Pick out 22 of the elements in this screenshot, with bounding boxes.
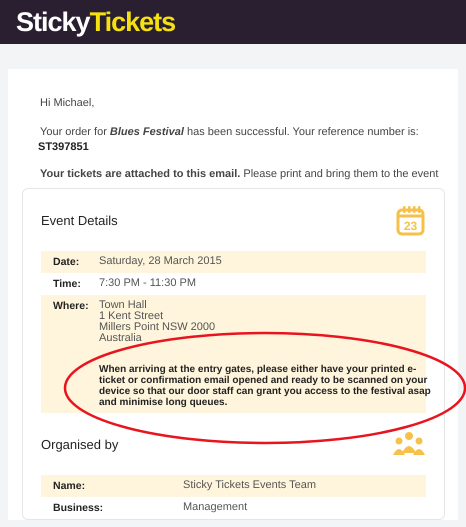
row-label: Where: [53, 300, 90, 314]
row-value: Australia [99, 333, 143, 344]
row-value: Management [183, 502, 248, 514]
row-label: Business: [53, 502, 104, 514]
row-label: Date: [53, 256, 80, 268]
row-value: Saturday, 28 March 2015 [99, 256, 222, 267]
entry-note: When arriving at the entry gates, please either have your printed e-ticket or confirmation email opened and ready to be scanned on your device so that our door staff can grant you access to the festival asap and minimise long queues. [99, 364, 431, 408]
section-title: Organised by [41, 436, 118, 452]
logo: StickyTickets [16, 6, 176, 38]
row-label: Time: [53, 278, 82, 290]
row-value: Sticky Tickets Events Team [183, 480, 316, 492]
row-value: 7:30 PM - 11:30 PM [99, 278, 196, 289]
attachment-message: Your tickets are attached to this email. Please print and bring them to the event [40, 167, 440, 182]
people-icon [392, 431, 426, 457]
section-title: Event Details [41, 212, 118, 228]
row-label: Name: [53, 480, 86, 492]
row-value: Town Hall [99, 300, 148, 311]
reference-number: ST397851 [38, 140, 90, 155]
greeting: Hi Michael, [40, 96, 96, 111]
row-value: 1 Kent Street [99, 311, 164, 322]
order-message: Your order for Blues Festival has been successful. Your reference number is: [40, 125, 420, 140]
row-value: Millers Point NSW 2000 [99, 322, 216, 333]
